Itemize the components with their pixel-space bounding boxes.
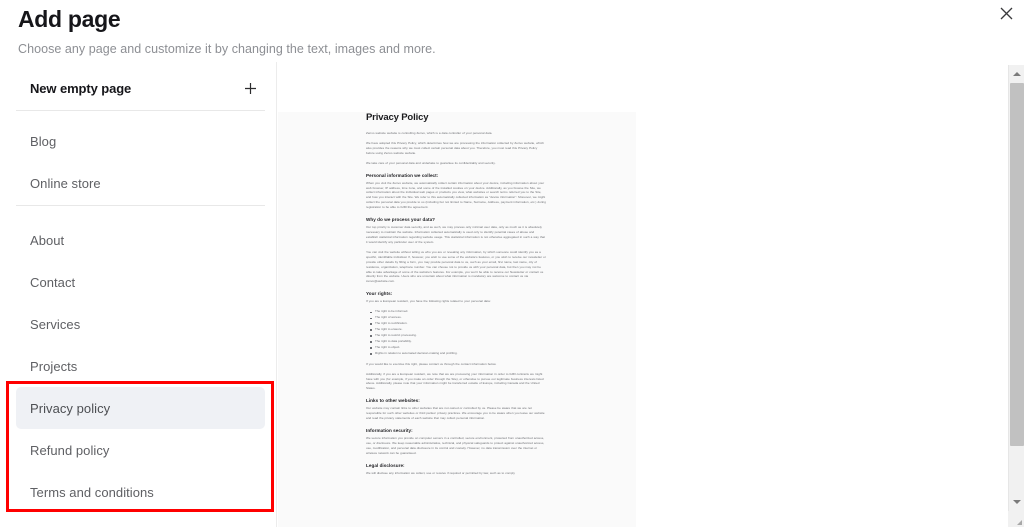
sidebar-item-refund-policy[interactable]: Refund policy xyxy=(16,429,265,471)
page-list-sidebar: New empty page Blog Online store About C… xyxy=(0,62,277,527)
close-icon xyxy=(1000,7,1012,19)
scroll-down-arrow-icon xyxy=(1012,499,1021,504)
list-item: Rights in relation to automated decision… xyxy=(366,351,546,357)
preview-paragraph: Zenvo website website is controlling Zen… xyxy=(366,131,493,135)
page-item-label: Contact xyxy=(30,274,76,290)
preview-paragraph: Our website may contain links to other w… xyxy=(366,406,545,421)
page-title: Add page xyxy=(18,6,121,32)
preview-doc-title: Privacy Policy xyxy=(366,112,429,123)
page-subtitle: Choose any page and customize it by chan… xyxy=(18,42,436,56)
preview-section-heading: Why do we process your data? xyxy=(366,217,436,223)
sidebar-item-about[interactable]: About xyxy=(16,219,265,261)
page-items-list-secondary: About Contact Services Projects Privacy … xyxy=(16,219,265,513)
preview-paragraph: If you are a European resident, you have… xyxy=(366,299,491,304)
preview-section-heading: Legal disclosure: xyxy=(366,462,405,468)
page-item-label: Projects xyxy=(30,358,78,374)
sidebar-item-online-store[interactable]: Online store xyxy=(16,162,265,204)
divider-middle xyxy=(16,205,265,206)
page-preview-pane: Privacy Policy Zenvo website website is … xyxy=(277,62,996,527)
preview-paragraph: We have adopted this Privacy Policy, whi… xyxy=(366,140,544,155)
scroll-down-button[interactable] xyxy=(1009,493,1024,510)
divider-top xyxy=(16,110,265,111)
page-item-label: Terms and conditions xyxy=(30,484,154,500)
preview-paragraph: You can visit the website without tellin… xyxy=(366,249,546,284)
scrollbar-thumb[interactable] xyxy=(1010,83,1024,446)
page-item-label: Privacy policy xyxy=(30,400,111,416)
preview-paragraph: We will disclose any information we coll… xyxy=(366,470,515,475)
sidebar-item-blog[interactable]: Blog xyxy=(16,120,265,162)
resize-grip-icon xyxy=(1008,511,1024,527)
scroll-up-arrow-icon xyxy=(1012,71,1021,76)
page-item-label: Services xyxy=(30,316,81,332)
preview-section-heading: Personal information we collect: xyxy=(366,172,439,178)
preview-paragraph: We secure information you provide on com… xyxy=(366,436,545,455)
page-item-label: About xyxy=(30,232,65,248)
add-page-dialog: Add page Choose any page and customize i… xyxy=(0,0,1024,527)
preview-paragraph: Our top priority is customer data securi… xyxy=(366,225,545,244)
sidebar-item-projects[interactable]: Projects xyxy=(16,345,265,387)
sidebar-item-privacy-policy[interactable]: Privacy policy xyxy=(16,387,265,429)
page-items-list: Blog Online store xyxy=(16,120,265,214)
close-button[interactable] xyxy=(995,2,1017,24)
new-empty-page-label: New empty page xyxy=(30,80,132,96)
vertical-scrollbar[interactable] xyxy=(1008,65,1024,527)
preview-paragraph: Additionally, if you are a European resi… xyxy=(366,371,544,391)
preview-paragraph: If you would like to exercise this right… xyxy=(366,361,497,366)
page-item-label: Online store xyxy=(30,175,101,191)
preview-document: Privacy Policy Zenvo website website is … xyxy=(366,112,546,527)
plus-icon[interactable] xyxy=(242,80,258,96)
preview-section-heading: Links to other websites: xyxy=(366,398,420,404)
page-item-label: Blog xyxy=(30,133,57,149)
preview-section-heading: Information security: xyxy=(366,428,413,434)
sidebar-item-contact[interactable]: Contact xyxy=(16,261,265,303)
sidebar-item-terms-and-conditions[interactable]: Terms and conditions xyxy=(16,471,265,513)
preview-rights-list: The right to be informed. The right of a… xyxy=(366,309,546,357)
page-item-label: Refund policy xyxy=(30,442,110,458)
preview-paragraph: When you visit the Zenvo website, we aut… xyxy=(366,180,546,210)
sidebar-item-services[interactable]: Services xyxy=(16,303,265,345)
scroll-up-button[interactable] xyxy=(1009,65,1024,82)
preview-paragraph: We take care of your personal data and u… xyxy=(366,160,496,165)
new-empty-page-button[interactable]: New empty page xyxy=(16,71,266,105)
preview-section-heading: Your rights: xyxy=(366,291,393,297)
